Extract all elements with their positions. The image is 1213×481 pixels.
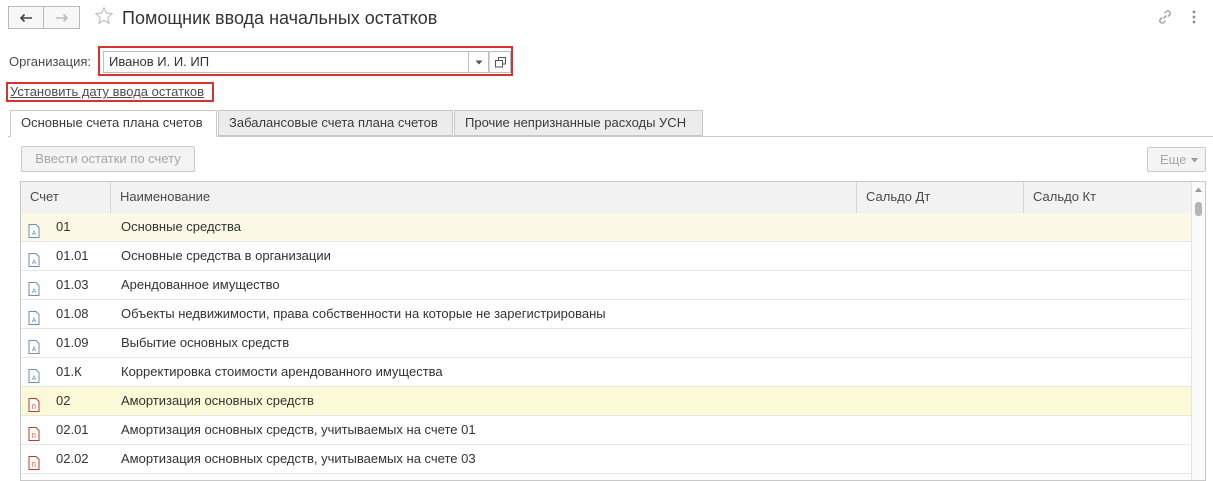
svg-text:A: A (32, 376, 36, 382)
account-code: 02.01 (56, 422, 89, 437)
navigation-buttons (8, 6, 82, 29)
svg-text:П: П (32, 405, 36, 411)
passive-account-icon: П (28, 394, 40, 412)
account-name: Основные средства в организации (121, 248, 331, 263)
table-row[interactable]: A 01 Основные средства (21, 213, 1191, 242)
arrow-left-icon (19, 13, 32, 22)
account-code: 01.08 (56, 306, 89, 321)
active-account-icon: A (28, 336, 40, 354)
column-header-debit[interactable]: Сальдо Дт (857, 182, 1024, 213)
table-row[interactable]: A 01.08 Объекты недвижимости, права собс… (21, 300, 1191, 329)
forward-button[interactable] (44, 6, 80, 29)
back-button[interactable] (8, 6, 44, 29)
table-body: A 01 Основные средства A 01.01 Основные … (21, 213, 1191, 474)
account-name: Амортизация основных средств (121, 393, 314, 408)
arrow-right-icon (55, 13, 68, 22)
account-name: Арендованное имущество (121, 277, 280, 292)
account-code: 01.К (56, 364, 82, 379)
table-row[interactable]: П 02.01 Амортизация основных средств, уч… (21, 416, 1191, 445)
svg-text:A: A (32, 289, 36, 295)
svg-text:A: A (32, 318, 36, 324)
scroll-up-arrow-icon[interactable] (1195, 187, 1202, 192)
account-code: 02 (56, 393, 71, 408)
account-code: 01.09 (56, 335, 89, 350)
table-row[interactable]: A 01.К Корректировка стоимости арендован… (21, 358, 1191, 387)
table-row[interactable]: A 01.09 Выбытие основных средств (21, 329, 1191, 358)
passive-account-icon: П (28, 423, 40, 441)
passive-account-icon: П (28, 452, 40, 470)
svg-text:A: A (32, 260, 36, 266)
account-name: Выбытие основных средств (121, 335, 290, 350)
link-icon[interactable] (1156, 8, 1174, 26)
page-title: Помощник ввода начальных остатков (122, 8, 438, 28)
active-account-icon: A (28, 307, 40, 325)
account-name: Амортизация основных средств, учитываемы… (121, 422, 476, 437)
accounts-table: Счет Наименование Сальдо Дт Сальдо Кт A … (20, 181, 1206, 481)
account-code: 02.02 (56, 451, 89, 466)
vertical-scrollbar[interactable] (1191, 182, 1205, 480)
table-row[interactable]: П 02.02 Амортизация основных средств, уч… (21, 445, 1191, 474)
account-name: Амортизация основных средств, учитываемы… (121, 451, 476, 466)
svg-text:A: A (32, 231, 36, 237)
column-header-credit[interactable]: Сальдо Кт (1024, 182, 1191, 213)
organization-open-button[interactable] (489, 51, 511, 73)
table-header: Счет Наименование Сальдо Дт Сальдо Кт (21, 182, 1191, 214)
table-row[interactable]: П 02 Амортизация основных средств (21, 387, 1191, 416)
scrollbar-thumb[interactable] (1195, 202, 1202, 216)
table-row[interactable]: A 01.03 Арендованное имущество (21, 271, 1191, 300)
more-vertical-icon[interactable] (1188, 8, 1200, 26)
table-row[interactable]: A 01.01 Основные средства в организации (21, 242, 1191, 271)
more-actions-label: Еще (1160, 152, 1187, 167)
account-name: Объекты недвижимости, права собственност… (121, 306, 606, 321)
svg-text:П: П (32, 463, 36, 469)
enter-balances-button[interactable]: Ввести остатки по счету (21, 146, 195, 172)
more-actions-button[interactable]: Еще (1147, 147, 1206, 172)
active-account-icon: A (28, 278, 40, 296)
tab-off-balance-accounts[interactable]: Забалансовые счета плана счетов (218, 110, 453, 136)
active-account-icon: A (28, 365, 40, 383)
column-header-account[interactable]: Счет (21, 182, 111, 213)
organization-label: Организация: (9, 54, 92, 69)
organization-field[interactable]: Иванов И. И. ИП (103, 51, 469, 73)
favorite-star-icon[interactable] (94, 6, 114, 28)
account-code: 01 (56, 219, 71, 234)
set-balance-date-link[interactable]: Установить дату ввода остатков (10, 83, 204, 100)
svg-text:A: A (32, 347, 36, 353)
chevron-down-icon (475, 60, 482, 64)
column-header-name[interactable]: Наименование (111, 182, 857, 213)
open-window-icon (494, 56, 506, 67)
active-account-icon: A (28, 220, 40, 238)
svg-text:П: П (32, 434, 36, 440)
organization-dropdown-button[interactable] (469, 51, 489, 73)
account-code: 01.03 (56, 277, 89, 292)
account-name: Основные средства (121, 219, 241, 234)
chevron-down-icon (1191, 158, 1198, 163)
account-name: Корректировка стоимости арендованного им… (121, 364, 443, 379)
account-code: 01.01 (56, 248, 89, 263)
tab-unrecognized-expenses[interactable]: Прочие непризнанные расходы УСН (454, 110, 703, 136)
tab-main-accounts[interactable]: Основные счета плана счетов (10, 110, 217, 137)
active-account-icon: A (28, 249, 40, 267)
